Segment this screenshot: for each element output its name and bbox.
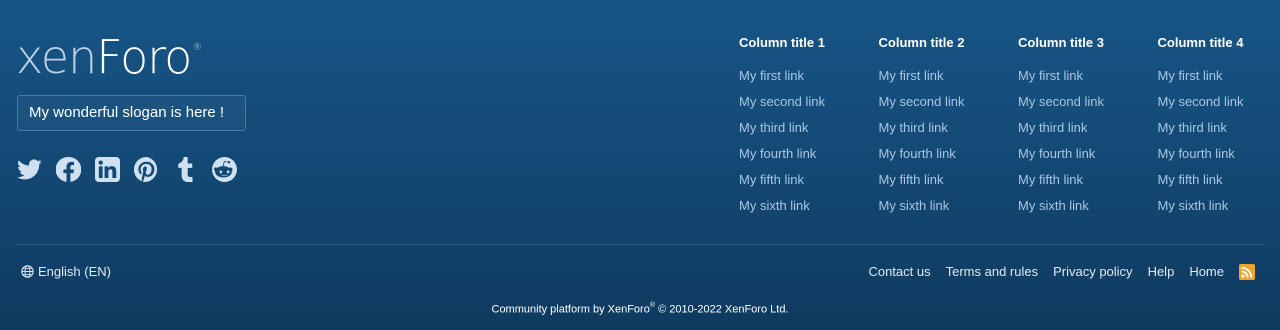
footer-column-2: Column title 2 My first link My second l… <box>879 34 1019 223</box>
logo-part-foro: Foro <box>96 30 192 84</box>
footer-link[interactable]: My first link <box>739 67 879 93</box>
footer-link[interactable]: My second link <box>1158 93 1280 119</box>
terms-link[interactable]: Terms and rules <box>946 262 1038 282</box>
footer-link[interactable]: My second link <box>1018 93 1158 119</box>
footer-link[interactable]: My third link <box>879 119 1019 145</box>
footer-column-4: Column title 4 My first link My second l… <box>1158 34 1280 223</box>
footer-link[interactable]: My third link <box>739 119 879 145</box>
language-chooser[interactable]: English (EN) <box>21 264 111 279</box>
footer-column-1: Column title 1 My first link My second l… <box>739 34 879 223</box>
footer-link[interactable]: My fourth link <box>879 145 1019 171</box>
column-title: Column title 2 <box>878 35 965 50</box>
logo-registered-mark: ® <box>192 42 202 53</box>
footer-link[interactable]: My third link <box>1018 119 1158 145</box>
footer-link[interactable]: My sixth link <box>739 197 879 223</box>
footer-link[interactable]: My first link <box>879 67 1019 93</box>
language-label: English (EN) <box>38 264 111 279</box>
footer-link[interactable]: My fifth link <box>1018 171 1158 197</box>
footer-link[interactable]: My sixth link <box>1018 197 1158 223</box>
footer-column-3: Column title 3 My first link My second l… <box>1018 34 1158 223</box>
footer-link[interactable]: My fourth link <box>739 145 879 171</box>
footer-link[interactable]: My fifth link <box>1158 171 1280 197</box>
column-title: Column title 1 <box>739 35 825 50</box>
privacy-policy-link[interactable]: Privacy policy <box>1053 262 1132 282</box>
rss-icon[interactable] <box>1239 264 1255 280</box>
copyright-notice: Community platform by XenForo® © 2010-20… <box>0 302 1280 316</box>
copyright-suffix: © 2010-2022 XenForo Ltd. <box>655 303 789 316</box>
footer-top: xen Foro ® My wonderful slogan is here ! C… <box>0 0 1280 244</box>
column-title: Column title 4 <box>1157 35 1244 50</box>
footer-link[interactable]: My sixth link <box>1158 197 1280 223</box>
footer-divider <box>16 244 1264 245</box>
footer-link-columns: Column title 1 My first link My second l… <box>739 34 1280 223</box>
footer-link[interactable]: My fourth link <box>1158 145 1280 171</box>
copyright-registered-mark: ® <box>649 302 656 309</box>
copyright-prefix: Community platform by XenForo <box>491 303 650 316</box>
twitter-icon[interactable] <box>17 157 42 182</box>
footer-link[interactable]: My second link <box>879 93 1019 119</box>
globe-icon <box>21 265 34 278</box>
pinterest-icon[interactable] <box>133 156 159 182</box>
linkedin-icon[interactable] <box>95 157 120 182</box>
footer-link[interactable]: My first link <box>1018 67 1158 93</box>
help-link[interactable]: Help <box>1148 262 1175 282</box>
slogan-box: My wonderful slogan is here ! <box>17 95 246 131</box>
footer-link[interactable]: My sixth link <box>879 197 1019 223</box>
footer-bottom-links: Contact us Terms and rules Privacy polic… <box>853 262 1255 282</box>
social-icons <box>17 156 237 182</box>
logo-part-xen: xen <box>16 30 97 84</box>
column-title: Column title 3 <box>1018 35 1104 50</box>
footer-link[interactable]: My fifth link <box>739 171 879 197</box>
footer-link[interactable]: My fifth link <box>879 171 1019 197</box>
xenforo-logo[interactable]: xen Foro ® <box>16 30 202 84</box>
footer-link[interactable]: My first link <box>1158 67 1280 93</box>
home-link[interactable]: Home <box>1189 262 1224 282</box>
contact-us-link[interactable]: Contact us <box>868 262 930 282</box>
tumblr-icon[interactable] <box>173 157 198 182</box>
footer-link[interactable]: My second link <box>739 93 879 119</box>
footer-link[interactable]: My fourth link <box>1018 145 1158 171</box>
facebook-icon[interactable] <box>55 156 82 182</box>
footer-link[interactable]: My third link <box>1158 119 1280 145</box>
reddit-icon[interactable] <box>212 157 237 182</box>
